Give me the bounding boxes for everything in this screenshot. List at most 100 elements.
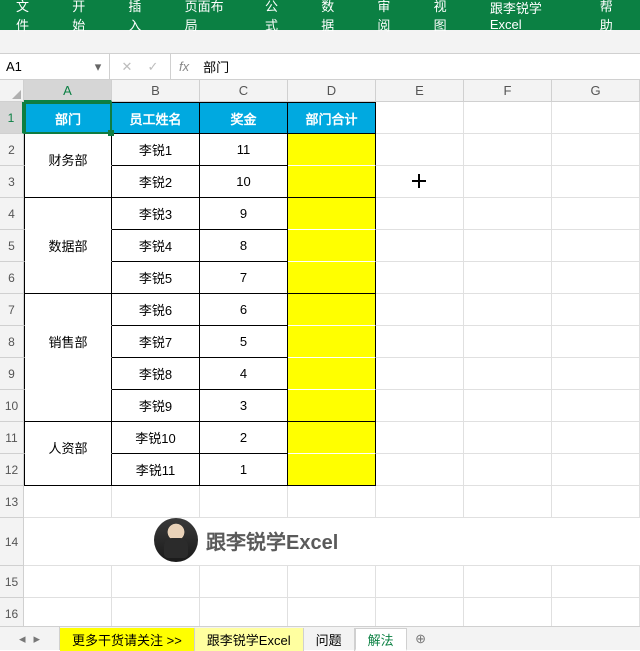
row-header[interactable]: 7 bbox=[0, 294, 24, 326]
cell-c12[interactable]: 1 bbox=[200, 454, 288, 486]
cell[interactable] bbox=[376, 486, 464, 518]
cell-c8[interactable]: 5 bbox=[200, 326, 288, 358]
cell-b1[interactable]: 员工姓名 bbox=[112, 102, 200, 134]
cell-d4[interactable] bbox=[288, 198, 376, 230]
ribbon-tab-help[interactable]: 帮助 bbox=[584, 0, 640, 30]
cell[interactable] bbox=[552, 454, 640, 486]
cell[interactable] bbox=[376, 454, 464, 486]
cell[interactable] bbox=[552, 358, 640, 390]
col-header-d[interactable]: D bbox=[288, 80, 376, 102]
cell-c1[interactable]: 奖金 bbox=[200, 102, 288, 134]
cell[interactable] bbox=[376, 390, 464, 422]
cell[interactable] bbox=[24, 566, 112, 598]
cell-b9[interactable]: 李锐8 bbox=[112, 358, 200, 390]
cell-c3[interactable]: 10 bbox=[200, 166, 288, 198]
ribbon-tab-pagelayout[interactable]: 页面布局 bbox=[169, 0, 249, 30]
sheet-nav-prev-icon[interactable]: ◂ bbox=[19, 631, 26, 647]
sheet-tab-more[interactable]: 更多干货请关注 >> bbox=[60, 628, 195, 651]
cell[interactable] bbox=[552, 390, 640, 422]
sheet-tab-main[interactable]: 跟李锐学Excel bbox=[195, 628, 304, 651]
col-header-f[interactable]: F bbox=[464, 80, 552, 102]
cell[interactable] bbox=[464, 326, 552, 358]
cell-c11[interactable]: 2 bbox=[200, 422, 288, 454]
cell[interactable] bbox=[200, 486, 288, 518]
col-header-g[interactable]: G bbox=[552, 80, 640, 102]
worksheet-grid[interactable]: A B C D E F G 1 部门 员工姓名 奖金 部门合计 2 李锐1 11 bbox=[0, 80, 640, 620]
cell-d2[interactable] bbox=[288, 134, 376, 166]
row-header[interactable]: 5 bbox=[0, 230, 24, 262]
enter-icon[interactable]: ✓ bbox=[144, 59, 162, 75]
sheet-tab-solution[interactable]: 解法 bbox=[355, 628, 407, 651]
cell[interactable] bbox=[552, 262, 640, 294]
cell[interactable] bbox=[552, 294, 640, 326]
cell[interactable] bbox=[552, 422, 640, 454]
cell-d1[interactable]: 部门合计 bbox=[288, 102, 376, 134]
cell-b3[interactable]: 李锐2 bbox=[112, 166, 200, 198]
cell[interactable] bbox=[376, 358, 464, 390]
row-header[interactable]: 13 bbox=[0, 486, 24, 518]
row-header[interactable]: 2 bbox=[0, 134, 24, 166]
sheet-nav-next-icon[interactable]: ▸ bbox=[34, 631, 41, 647]
row-header[interactable]: 15 bbox=[0, 566, 24, 598]
cell-b6[interactable]: 李锐5 bbox=[112, 262, 200, 294]
cell-c2[interactable]: 11 bbox=[200, 134, 288, 166]
cell-d9[interactable] bbox=[288, 358, 376, 390]
cell[interactable] bbox=[200, 566, 288, 598]
cell-b11[interactable]: 李锐10 bbox=[112, 422, 200, 454]
cell[interactable] bbox=[464, 294, 552, 326]
cell[interactable] bbox=[376, 326, 464, 358]
row-header[interactable]: 14 bbox=[0, 518, 24, 566]
row-header[interactable]: 11 bbox=[0, 422, 24, 454]
cell-b12[interactable]: 李锐11 bbox=[112, 454, 200, 486]
cell[interactable] bbox=[464, 566, 552, 598]
cell[interactable] bbox=[376, 198, 464, 230]
cell[interactable] bbox=[376, 566, 464, 598]
cell[interactable] bbox=[552, 566, 640, 598]
cell[interactable] bbox=[464, 486, 552, 518]
cell[interactable] bbox=[112, 486, 200, 518]
col-header-c[interactable]: C bbox=[200, 80, 288, 102]
cell-a5-merged-data[interactable]: 数据部 bbox=[24, 230, 112, 262]
cell[interactable] bbox=[552, 198, 640, 230]
cell[interactable] bbox=[288, 566, 376, 598]
cell-a1[interactable]: 部门 bbox=[24, 102, 112, 134]
ribbon-tab-insert[interactable]: 插入 bbox=[112, 0, 168, 30]
cell[interactable] bbox=[464, 262, 552, 294]
cell[interactable] bbox=[552, 102, 640, 134]
cell-d10[interactable] bbox=[288, 390, 376, 422]
cell[interactable] bbox=[464, 166, 552, 198]
cell[interactable] bbox=[376, 134, 464, 166]
cell-d8[interactable] bbox=[288, 326, 376, 358]
cell-d12[interactable] bbox=[288, 454, 376, 486]
cell[interactable] bbox=[376, 166, 464, 198]
col-header-e[interactable]: E bbox=[376, 80, 464, 102]
cell[interactable] bbox=[376, 230, 464, 262]
name-box[interactable]: A1 ▾ bbox=[0, 54, 110, 79]
cell-b10[interactable]: 李锐9 bbox=[112, 390, 200, 422]
cell-a12-merged-hr[interactable]: 人资部 bbox=[24, 454, 112, 486]
cell-c7[interactable]: 6 bbox=[200, 294, 288, 326]
cell-b8[interactable]: 李锐7 bbox=[112, 326, 200, 358]
cell[interactable] bbox=[112, 566, 200, 598]
cell[interactable] bbox=[24, 486, 112, 518]
row-header[interactable]: 4 bbox=[0, 198, 24, 230]
row-header[interactable]: 9 bbox=[0, 358, 24, 390]
row-header[interactable]: 6 bbox=[0, 262, 24, 294]
cell-b2[interactable]: 李锐1 bbox=[112, 134, 200, 166]
cell[interactable] bbox=[552, 134, 640, 166]
ribbon-tab-file[interactable]: 文件 bbox=[0, 0, 56, 30]
cell-d6[interactable] bbox=[288, 262, 376, 294]
ribbon-tab-review[interactable]: 审阅 bbox=[361, 0, 417, 30]
cell[interactable] bbox=[552, 166, 640, 198]
sheet-nav-buttons[interactable]: ◂ ▸ bbox=[0, 627, 60, 650]
cell-a6[interactable] bbox=[24, 262, 112, 294]
col-header-a[interactable]: A bbox=[24, 80, 112, 102]
row-header[interactable]: 1 bbox=[0, 102, 24, 134]
cell[interactable] bbox=[552, 230, 640, 262]
cell-d7[interactable] bbox=[288, 294, 376, 326]
formula-input[interactable] bbox=[197, 54, 640, 79]
cell[interactable] bbox=[464, 102, 552, 134]
row-header[interactable]: 10 bbox=[0, 390, 24, 422]
cell[interactable] bbox=[464, 454, 552, 486]
name-box-dropdown-icon[interactable]: ▾ bbox=[91, 60, 105, 74]
